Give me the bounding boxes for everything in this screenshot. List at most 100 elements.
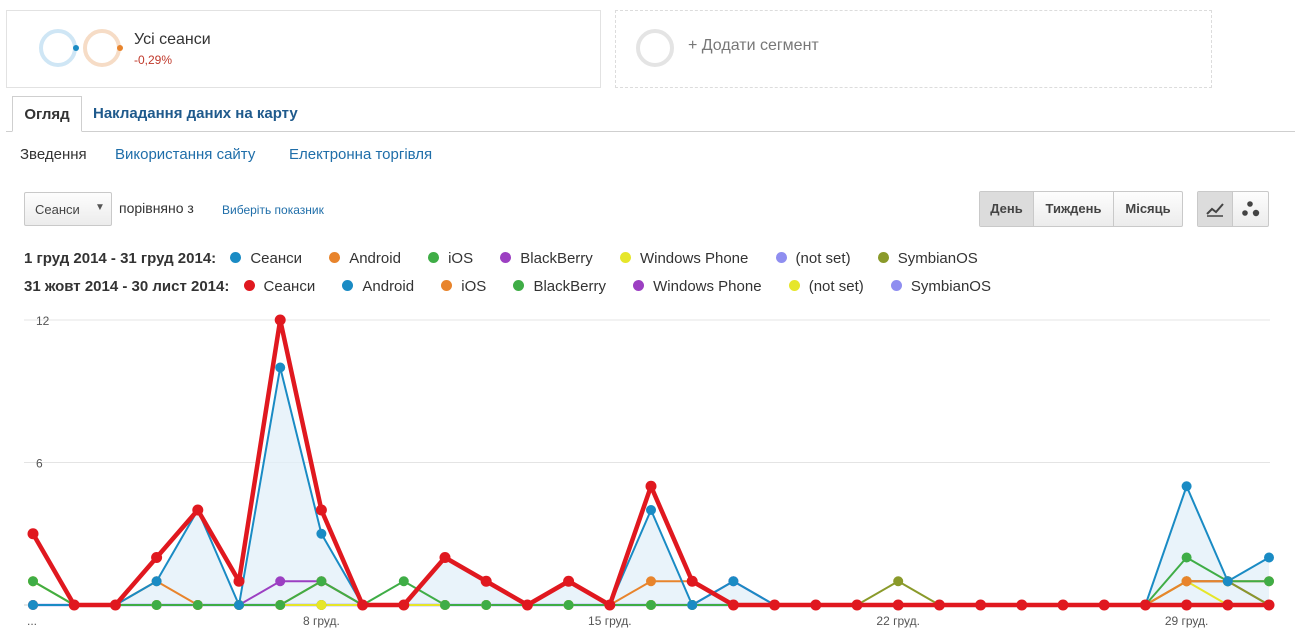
data-point <box>1016 599 1028 611</box>
data-point <box>1098 599 1110 611</box>
legend-dot-icon <box>342 280 354 291</box>
legend-dot-icon <box>619 252 631 263</box>
data-point <box>975 599 987 611</box>
legend-item[interactable]: Сеанси <box>243 278 316 295</box>
segment-ring-current-icon <box>39 29 79 67</box>
data-point <box>769 599 781 611</box>
segment-name: Усі сеанси <box>134 31 211 48</box>
legend-item[interactable]: SymbianOS <box>877 250 978 267</box>
data-point <box>563 600 574 610</box>
legend-item[interactable]: iOS <box>428 250 473 267</box>
legend-dot-icon <box>877 252 889 263</box>
data-point <box>398 599 410 611</box>
data-point <box>727 599 739 611</box>
legend-dot-icon <box>428 252 440 263</box>
data-point <box>316 528 327 539</box>
data-point <box>398 576 409 587</box>
data-point <box>439 552 451 563</box>
choose-metric-link[interactable]: Виберіть показник <box>222 203 324 217</box>
legend-dot-icon <box>500 252 512 263</box>
subnav-summary[interactable]: Зведення <box>20 146 87 163</box>
data-point <box>933 599 945 611</box>
legend-current: 1 груд 2014 - 31 груд 2014: Сеанси Andro… <box>24 250 1001 267</box>
legend-item[interactable]: SymbianOS <box>890 278 991 295</box>
legend-item[interactable]: (not set) <box>775 250 851 267</box>
data-point <box>151 552 163 563</box>
chart-view-toggle <box>1197 191 1269 227</box>
legend-label: iOS <box>461 278 487 295</box>
data-point <box>563 575 575 587</box>
legend-previous-range: 31 жовт 2014 - 30 лист 2014: <box>24 278 230 295</box>
x-tick-label: ... <box>27 614 37 628</box>
data-point <box>109 599 121 611</box>
legend-label: Windows Phone <box>639 250 749 267</box>
x-tick-label: 29 груд. <box>1165 614 1209 628</box>
legend-previous: 31 жовт 2014 - 30 лист 2014: Сеанси Andr… <box>24 278 1014 295</box>
x-tick-label: 22 груд. <box>876 614 920 628</box>
x-tick-label: 15 груд. <box>588 614 632 628</box>
line-chart-icon <box>1206 203 1224 217</box>
subnav-ecommerce[interactable]: Електронна торгівля <box>289 146 432 163</box>
legend-label: (not set) <box>808 278 864 295</box>
period-month-button[interactable]: Місяць <box>1114 192 1182 226</box>
segment-all-sessions[interactable]: Усі сеанси -0,29% <box>6 10 601 88</box>
legend-label: Windows Phone <box>653 278 762 295</box>
data-point <box>646 600 656 610</box>
x-tick-label: 8 груд. <box>303 614 340 628</box>
data-point <box>440 600 450 610</box>
data-point <box>357 599 369 611</box>
legend-current-range: 1 груд 2014 - 31 груд 2014: <box>24 250 217 267</box>
legend-item[interactable]: Android <box>342 278 414 295</box>
segment-ring-previous-icon <box>83 29 123 67</box>
tab-map-overlay[interactable]: Накладання даних на карту <box>93 96 298 131</box>
metric-select[interactable]: Сеанси ▼ <box>24 192 112 226</box>
y-tick-label: 12 <box>36 314 50 328</box>
sessions-line-chart[interactable]: 12 6... 8 груд. 15 груд. 22 груд. 29 груд. <box>0 300 1295 635</box>
data-point <box>234 600 244 610</box>
legend-item[interactable]: BlackBerry <box>500 250 593 267</box>
data-point <box>646 505 656 515</box>
data-point <box>274 314 286 326</box>
add-segment-button[interactable]: + Додати сегмент <box>615 10 1212 88</box>
legend-item[interactable]: BlackBerry <box>513 278 606 295</box>
legend-item[interactable]: Windows Phone <box>619 250 749 267</box>
legend-dot-icon <box>788 280 800 291</box>
tab-overview[interactable]: Огляд <box>12 96 82 132</box>
data-point <box>233 575 245 587</box>
data-point <box>1264 576 1274 587</box>
data-point <box>481 600 492 610</box>
period-week-button[interactable]: Тиждень <box>1034 192 1114 226</box>
data-point <box>728 576 739 587</box>
data-point <box>1181 552 1192 563</box>
line-chart-button[interactable] <box>1198 192 1234 226</box>
data-point <box>1181 576 1192 587</box>
data-point <box>151 576 162 587</box>
data-point <box>192 504 204 516</box>
motion-chart-button[interactable] <box>1233 192 1268 226</box>
data-point <box>275 362 286 373</box>
legend-item[interactable]: Windows Phone <box>633 278 762 295</box>
legend-item[interactable]: Сеанси <box>230 250 302 267</box>
period-toggle: День Тиждень Місяць <box>979 191 1183 227</box>
legend-label: Сеанси <box>263 278 316 295</box>
data-point <box>1139 599 1151 611</box>
data-point <box>604 599 616 611</box>
data-point <box>851 599 863 611</box>
legend-label: SymbianOS <box>897 250 978 267</box>
subnav-site-usage[interactable]: Використання сайту <box>115 146 255 163</box>
legend-label: iOS <box>448 250 474 267</box>
legend-item[interactable]: Android <box>329 250 401 267</box>
legend-item[interactable]: iOS <box>441 278 486 295</box>
legend-dot-icon <box>633 280 645 291</box>
chevron-down-icon: ▼ <box>95 202 105 213</box>
segment-change: -0,29% <box>134 53 173 67</box>
metric-select-value: Сеанси <box>35 202 80 217</box>
compare-label: порівняно з <box>119 200 194 216</box>
add-segment-label: + Додати сегмент <box>688 37 819 54</box>
data-point <box>893 576 904 587</box>
data-point <box>1057 599 1069 611</box>
data-point <box>1222 576 1233 587</box>
period-day-button[interactable]: День <box>980 192 1034 226</box>
legend-item[interactable]: (not set) <box>788 278 864 295</box>
data-point <box>1264 552 1274 563</box>
